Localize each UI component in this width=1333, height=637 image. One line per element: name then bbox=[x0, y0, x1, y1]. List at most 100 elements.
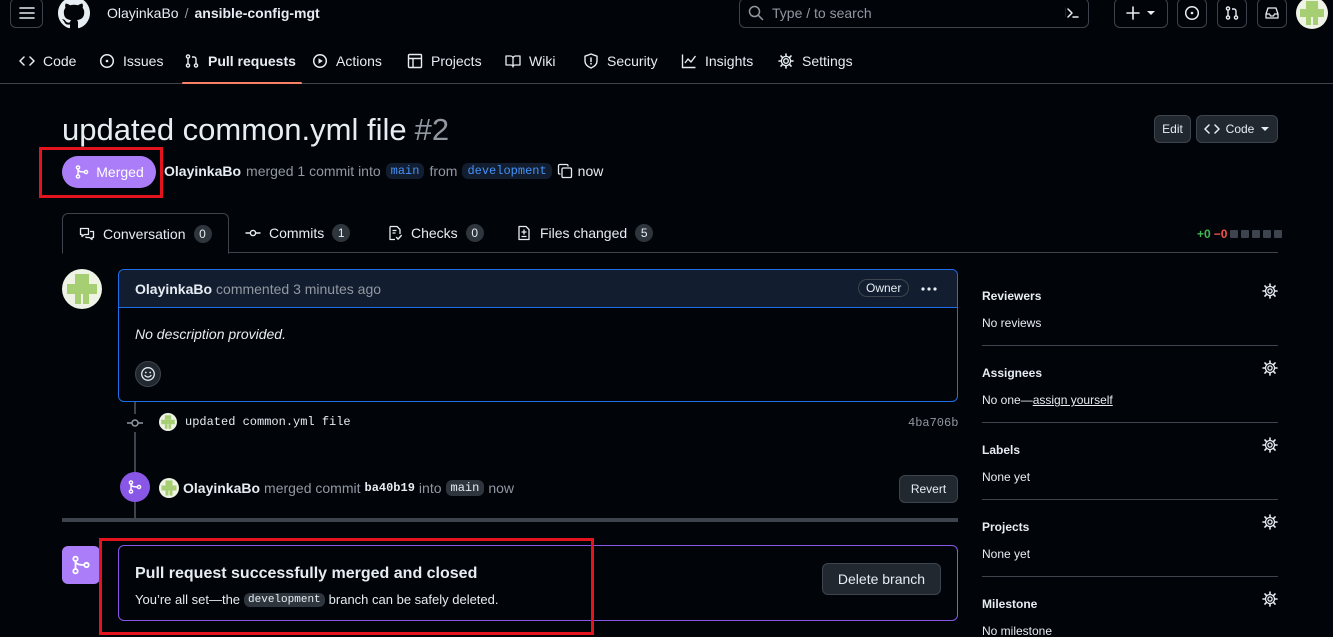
diff-stat: +0 −0 bbox=[1197, 227, 1283, 241]
highlight-box-merge-status bbox=[99, 538, 594, 635]
nav-security[interactable]: Security bbox=[583, 40, 658, 82]
revert-button[interactable]: Revert bbox=[899, 475, 958, 503]
issue-opened-icon bbox=[99, 53, 115, 69]
diff-block bbox=[1252, 230, 1261, 238]
nav-issues[interactable]: Issues bbox=[99, 40, 163, 82]
play-icon bbox=[312, 53, 328, 69]
tab-files-changed[interactable]: Files changed 5 bbox=[516, 213, 654, 253]
github-logo-icon[interactable] bbox=[58, 0, 90, 29]
commit-sha[interactable]: 4ba706b bbox=[908, 416, 958, 430]
user-avatar[interactable] bbox=[1296, 0, 1328, 29]
diff-deletions: −0 bbox=[1213, 227, 1228, 241]
reviewers-title[interactable]: Reviewers bbox=[982, 289, 1278, 303]
assignees-prefix: No one— bbox=[982, 393, 1033, 407]
labels-title[interactable]: Labels bbox=[982, 443, 1278, 457]
gear-icon[interactable] bbox=[1262, 437, 1278, 453]
nav-insights-label: Insights bbox=[705, 53, 754, 69]
nav-projects[interactable]: Projects bbox=[407, 40, 482, 82]
pull-requests-button[interactable] bbox=[1217, 0, 1247, 28]
gear-icon[interactable] bbox=[1262, 514, 1278, 530]
milestone-title[interactable]: Milestone bbox=[982, 597, 1278, 611]
checklist-icon bbox=[389, 225, 402, 241]
base-branch[interactable]: main bbox=[385, 163, 425, 179]
nav-actions[interactable]: Actions bbox=[312, 40, 382, 82]
breadcrumb-owner[interactable]: OlayinkaBo bbox=[107, 5, 179, 21]
git-commit-icon bbox=[126, 414, 144, 432]
nav-insights[interactable]: Insights bbox=[681, 40, 753, 82]
merge-author-avatar[interactable] bbox=[159, 478, 179, 498]
code-icon bbox=[1203, 124, 1220, 134]
pr-time: now bbox=[577, 163, 604, 179]
sidebar-reviewers: Reviewers No reviews bbox=[982, 283, 1278, 330]
plus-icon bbox=[1126, 6, 1140, 20]
revert-label: Revert bbox=[910, 482, 947, 496]
nav-code[interactable]: Code bbox=[19, 40, 76, 82]
tab-conversation[interactable]: Conversation 0 bbox=[62, 213, 229, 254]
code-icon bbox=[19, 56, 35, 66]
merge-target-branch[interactable]: main bbox=[445, 480, 485, 496]
breadcrumb: OlayinkaBo / ansible-config-mgt bbox=[107, 5, 320, 21]
nav-settings[interactable]: Settings bbox=[778, 40, 853, 82]
gear-icon[interactable] bbox=[1262, 283, 1278, 299]
tab-files-changed-label: Files changed bbox=[540, 225, 628, 241]
inbox-button[interactable] bbox=[1257, 0, 1287, 28]
breadcrumb-repo[interactable]: ansible-config-mgt bbox=[194, 5, 319, 21]
commit-row: updated common.yml file bbox=[159, 412, 959, 432]
merge-commit-sha[interactable]: ba40b19 bbox=[365, 481, 415, 495]
command-palette-button[interactable] bbox=[1058, 0, 1088, 28]
edit-title-button[interactable]: Edit bbox=[1154, 115, 1191, 143]
git-commit-icon bbox=[245, 229, 261, 237]
comment-author[interactable]: OlayinkaBo bbox=[135, 281, 212, 297]
tab-conversation-label: Conversation bbox=[103, 225, 186, 242]
gear-icon[interactable] bbox=[1262, 591, 1278, 607]
sidebar-divider bbox=[982, 576, 1278, 577]
commit-author-avatar[interactable] bbox=[159, 413, 177, 431]
nav-wiki[interactable]: Wiki bbox=[505, 40, 555, 82]
delete-branch-label: Delete branch bbox=[837, 571, 926, 587]
gear-icon[interactable] bbox=[1262, 360, 1278, 376]
menu-button[interactable] bbox=[10, 0, 43, 28]
merge-time: now bbox=[488, 480, 514, 496]
nav-issues-label: Issues bbox=[123, 53, 164, 69]
merge-author[interactable]: OlayinkaBo bbox=[183, 480, 260, 496]
nav-pull-requests-label: Pull requests bbox=[208, 53, 296, 69]
pr-from-text: from bbox=[429, 163, 458, 179]
tab-commits-label: Commits bbox=[269, 225, 325, 241]
pr-author[interactable]: OlayinkaBo bbox=[164, 163, 241, 179]
git-merge-icon bbox=[72, 555, 90, 575]
commit-message[interactable]: updated common.yml file bbox=[185, 415, 351, 429]
comment-author-avatar[interactable] bbox=[62, 269, 102, 309]
issues-button[interactable] bbox=[1177, 0, 1207, 28]
delete-branch-button[interactable]: Delete branch bbox=[822, 563, 941, 595]
tab-checks-label: Checks bbox=[411, 225, 458, 241]
nav-code-label: Code bbox=[43, 53, 77, 69]
nav-projects-label: Projects bbox=[431, 53, 482, 69]
assignees-title[interactable]: Assignees bbox=[982, 366, 1278, 380]
pr-number: #2 bbox=[414, 112, 450, 147]
search-input[interactable]: Type / to search bbox=[739, 0, 1089, 28]
diff-block bbox=[1274, 230, 1283, 238]
file-diff-icon bbox=[518, 225, 530, 241]
tab-checks[interactable]: Checks 0 bbox=[387, 213, 484, 253]
inbox-icon bbox=[1265, 7, 1279, 19]
code-dropdown-button[interactable]: Code bbox=[1196, 115, 1278, 143]
tab-commits[interactable]: Commits 1 bbox=[245, 213, 351, 253]
create-new-button[interactable] bbox=[1114, 0, 1168, 28]
assign-yourself-link[interactable]: assign yourself bbox=[1033, 393, 1113, 407]
pr-action-text: merged 1 commit into bbox=[246, 163, 381, 179]
nav-settings-label: Settings bbox=[802, 53, 853, 69]
sidebar-labels: Labels None yet bbox=[982, 437, 1278, 484]
comment-meta[interactable]: commented 3 minutes ago bbox=[216, 281, 381, 297]
kebab-horizontal-icon[interactable] bbox=[920, 282, 938, 296]
nav-actions-label: Actions bbox=[336, 53, 382, 69]
head-branch[interactable]: development bbox=[462, 163, 552, 179]
copy-icon[interactable] bbox=[557, 163, 573, 179]
add-reaction-button[interactable] bbox=[135, 361, 161, 387]
projects-title[interactable]: Projects bbox=[982, 520, 1278, 534]
comment-discussion-icon bbox=[79, 227, 95, 240]
nav-pull-requests[interactable]: Pull requests bbox=[182, 40, 302, 84]
diff-block bbox=[1230, 230, 1239, 238]
reviewers-value: No reviews bbox=[982, 316, 1042, 330]
tab-checks-count: 0 bbox=[465, 224, 484, 242]
table-icon bbox=[407, 53, 423, 69]
